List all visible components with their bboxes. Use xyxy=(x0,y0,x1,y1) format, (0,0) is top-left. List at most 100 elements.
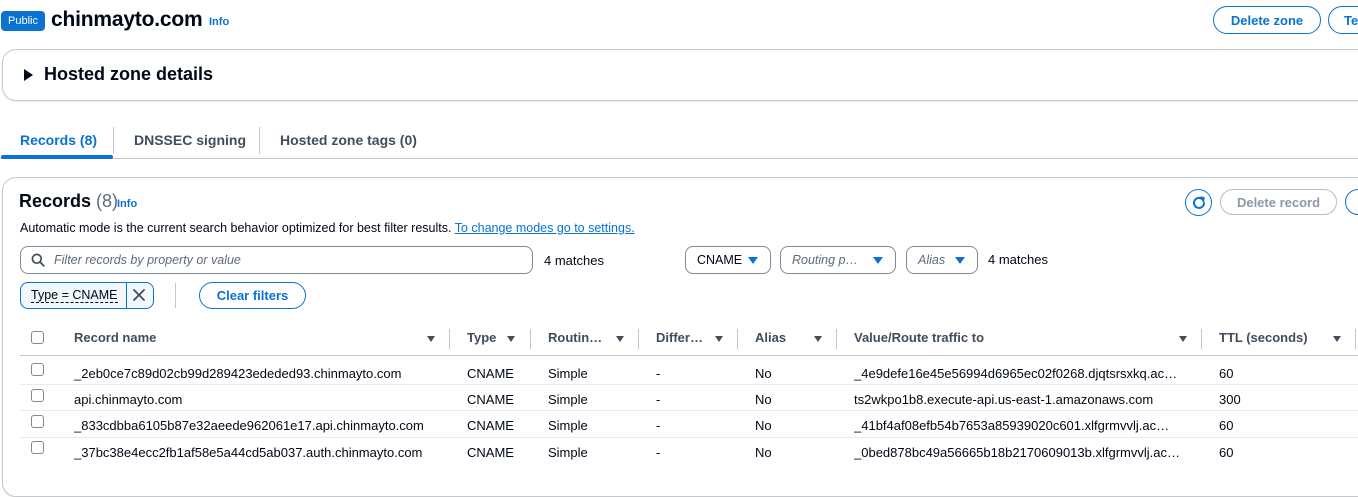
caret-down-icon xyxy=(873,257,883,264)
test-record-button[interactable]: Te xyxy=(1328,6,1358,34)
public-badge: Public xyxy=(1,11,45,31)
caret-down-icon xyxy=(955,257,965,264)
close-icon[interactable] xyxy=(132,288,146,302)
select-all-checkbox[interactable] xyxy=(31,331,44,344)
refresh-button[interactable] xyxy=(1185,189,1212,216)
type-cell: CNAME xyxy=(467,418,514,433)
record-name-cell[interactable]: _37bc38e4ecc2fb1af58e5a44cd5ab037.auth.c… xyxy=(74,445,444,460)
alias-cell: No xyxy=(755,392,772,407)
sort-icon[interactable] xyxy=(814,336,822,342)
row-divider xyxy=(20,384,1358,385)
type-filter-select[interactable]: CNAME xyxy=(685,246,771,274)
tabs-divider xyxy=(0,158,1358,159)
column-header-differentiator[interactable]: Differ… xyxy=(656,330,703,345)
settings-link[interactable]: To change modes go to settings. xyxy=(455,221,635,235)
sort-icon[interactable] xyxy=(507,336,515,342)
tab-separator xyxy=(113,127,114,154)
value-cell: _0bed878bc49a56665b18b2170609013b.xlfgrm… xyxy=(854,445,1180,460)
page-title: chinmayto.com xyxy=(51,8,203,31)
sort-icon[interactable] xyxy=(1179,336,1187,342)
caret-right-icon xyxy=(24,69,33,81)
column-resizer[interactable] xyxy=(1201,329,1202,349)
column-resizer[interactable] xyxy=(638,329,639,349)
search-mode-text: Automatic mode is the current search beh… xyxy=(20,221,455,235)
token-divider xyxy=(126,283,127,308)
record-name-cell[interactable]: _2eb0ce7c89d02cb99d289423ededed93.chinma… xyxy=(74,366,444,381)
ttl-cell: 60 xyxy=(1219,366,1234,381)
table-header-divider xyxy=(20,355,1358,356)
search-input[interactable] xyxy=(52,249,522,271)
filter-token[interactable]: Type = CNAME xyxy=(20,282,154,309)
type-cell: CNAME xyxy=(467,445,514,460)
alias-cell: No xyxy=(755,445,772,460)
sort-icon[interactable] xyxy=(427,336,435,342)
zone-header: Public chinmayto.com Info xyxy=(0,0,1358,44)
differentiator-cell: - xyxy=(656,445,661,460)
ttl-cell: 60 xyxy=(1219,418,1234,433)
column-header-type[interactable]: Type xyxy=(467,330,496,345)
column-resizer[interactable] xyxy=(449,329,450,349)
differentiator-cell: - xyxy=(656,418,661,433)
column-resizer[interactable] xyxy=(1355,329,1356,349)
record-name-cell[interactable]: _833cdbba6105b87e32aeede962061e17.api.ch… xyxy=(74,418,444,433)
row-checkbox[interactable] xyxy=(31,389,44,402)
row-checkbox[interactable] xyxy=(31,415,44,428)
value-cell: ts2wkpo1b8.execute-api.us-east-1.amazona… xyxy=(854,392,1154,407)
type-filter-value: CNAME xyxy=(697,253,743,267)
sort-icon[interactable] xyxy=(1333,336,1341,342)
alias-filter-select[interactable]: Alias xyxy=(906,246,978,274)
ttl-cell: 300 xyxy=(1219,392,1241,407)
filter-token-label: Type = CNAME xyxy=(31,288,118,303)
tab-separator xyxy=(259,127,260,154)
sort-icon[interactable] xyxy=(715,336,723,342)
alias-cell: No xyxy=(755,418,772,433)
tabs: Records (8) DNSSEC signing Hosted zone t… xyxy=(0,120,1358,162)
delete-zone-button[interactable]: Delete zone xyxy=(1213,6,1321,34)
column-header-ttl[interactable]: TTL (seconds) xyxy=(1219,330,1308,345)
column-header-value[interactable]: Value/Route traffic to xyxy=(854,330,984,345)
type-cell: CNAME xyxy=(467,392,514,407)
refresh-icon xyxy=(1192,196,1205,209)
differentiator-cell: - xyxy=(656,392,661,407)
column-header-alias[interactable]: Alias xyxy=(755,330,786,345)
active-tab-indicator xyxy=(1,155,113,159)
search-matches-count: 4 matches xyxy=(544,253,604,268)
ttl-cell: 60 xyxy=(1219,445,1234,460)
hosted-zone-details-panel[interactable]: Hosted zone details xyxy=(2,49,1358,101)
alias-cell: No xyxy=(755,366,772,381)
value-cell: _41bf4af08efb54b7653a85939020c601.xlfgrm… xyxy=(854,418,1170,433)
tab-hosted-zone-tags[interactable]: Hosted zone tags (0) xyxy=(280,120,417,162)
sort-icon[interactable] xyxy=(616,336,624,342)
column-resizer[interactable] xyxy=(836,329,837,349)
records-title-label: Records xyxy=(19,191,92,211)
records-info-link[interactable]: Info xyxy=(117,198,137,210)
search-icon xyxy=(31,253,45,267)
tab-dnssec-signing[interactable]: DNSSEC signing xyxy=(134,120,246,162)
differentiator-cell: - xyxy=(656,366,661,381)
routing-cell: Simple xyxy=(548,445,588,460)
routing-cell: Simple xyxy=(548,418,588,433)
alias-filter-value: Alias xyxy=(918,253,946,267)
hosted-zone-details-title: Hosted zone details xyxy=(44,64,214,84)
routing-filter-value: Routing p… xyxy=(792,253,859,267)
records-search-field[interactable] xyxy=(20,246,533,274)
records-title: Records (8) xyxy=(19,191,118,212)
filter-divider xyxy=(175,283,176,308)
search-mode-description: Automatic mode is the current search beh… xyxy=(20,221,635,235)
row-checkbox[interactable] xyxy=(31,441,44,454)
header-info-link[interactable]: Info xyxy=(209,16,229,28)
routing-cell: Simple xyxy=(548,366,588,381)
record-name-cell[interactable]: api.chinmayto.com xyxy=(74,392,444,407)
column-header-record-name[interactable]: Record name xyxy=(74,330,156,345)
routing-policy-filter-select[interactable]: Routing p… xyxy=(780,246,896,274)
row-divider xyxy=(20,437,1358,438)
routing-cell: Simple xyxy=(548,392,588,407)
filter-matches-count: 4 matches xyxy=(988,252,1048,267)
column-resizer[interactable] xyxy=(530,329,531,349)
column-resizer[interactable] xyxy=(737,329,738,349)
value-cell: _4e9defe16e45e56994d6965ec02f0268.djqtsr… xyxy=(854,366,1178,381)
clear-filters-button[interactable]: Clear filters xyxy=(199,282,306,309)
row-checkbox[interactable] xyxy=(31,363,44,376)
delete-record-button[interactable]: Delete record xyxy=(1220,189,1337,215)
column-header-routing[interactable]: Routin… xyxy=(548,330,602,345)
